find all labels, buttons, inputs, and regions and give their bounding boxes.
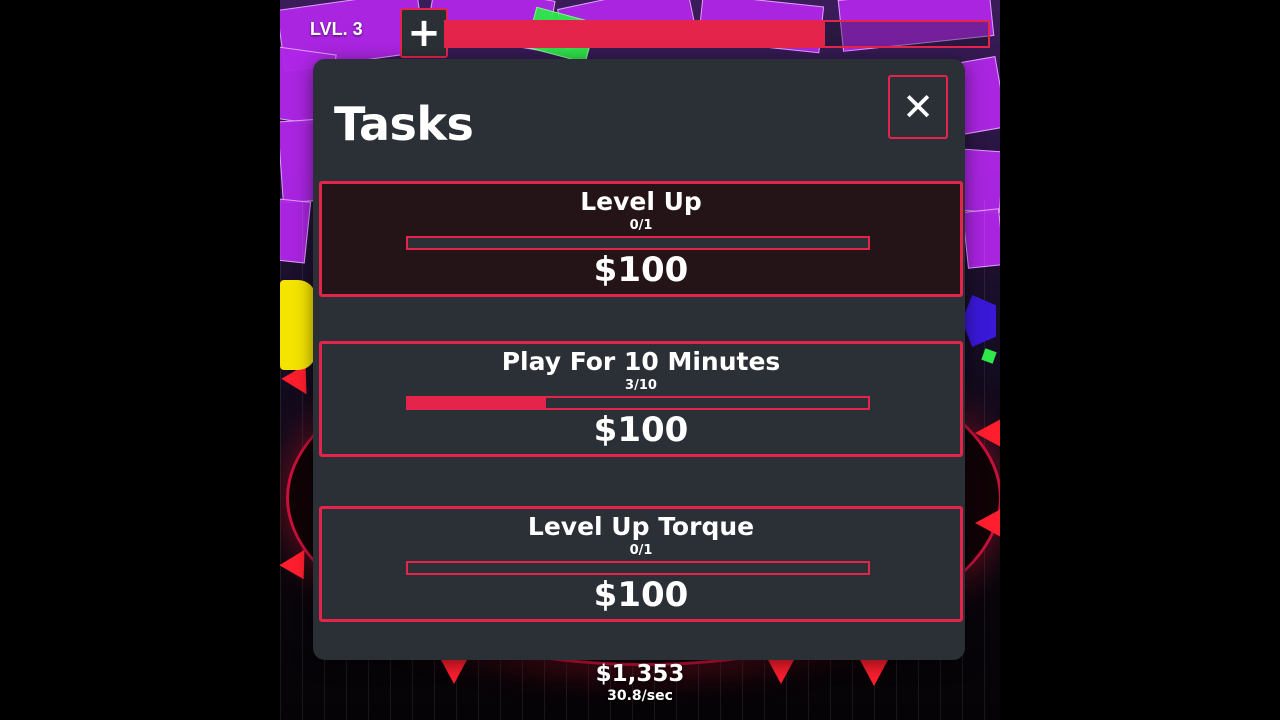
task-progress-text: 3/10 [625,378,657,393]
xp-progress-fill [446,22,826,46]
task-progress-bar [406,396,870,410]
task-reward: $100 [593,250,689,290]
close-icon: ✕ [902,85,934,129]
income-rate: 30.8/sec [607,688,673,704]
task-name: Play For 10 Minutes [501,347,781,376]
task-progress-bar [406,236,870,250]
task-name: Level Up [580,187,702,216]
balance-display: $1,353 [595,661,685,687]
task-reward: $100 [593,410,689,450]
task-progress-bar [406,561,870,575]
modal-title: Tasks [334,97,474,151]
spike-decoration [975,509,1000,537]
xp-progress-bar [444,20,990,48]
task-card[interactable]: Level Up 0/1 $100 [319,181,963,297]
task-reward: $100 [593,575,689,615]
task-card[interactable]: Play For 10 Minutes 3/10 $100 [319,341,963,457]
task-card[interactable]: Level Up Torque 0/1 $100 [319,506,963,622]
plus-icon[interactable]: + [400,8,448,58]
close-button[interactable]: ✕ [888,75,948,139]
spike-decoration [975,419,1000,447]
task-progress-text: 0/1 [629,218,653,233]
tasks-modal: Tasks ✕ Level Up 0/1 $100 Play For 10 Mi… [313,59,965,660]
yellow-block [280,280,316,370]
level-label: LVL. 3 [310,19,363,39]
screen: LVL. 3 + Tasks ✕ Level Up 0/1 $100 Play … [0,0,1280,720]
task-name: Level Up Torque [527,512,755,541]
task-progress-fill [408,398,546,408]
task-progress-text: 0/1 [629,543,653,558]
